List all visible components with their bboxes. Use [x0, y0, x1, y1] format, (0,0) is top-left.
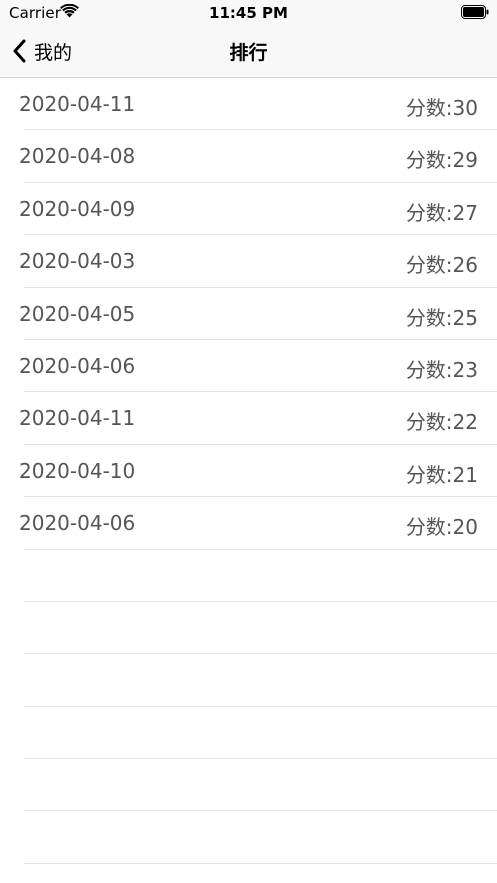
list-item-date: 2020-04-06	[19, 353, 136, 378]
list-item[interactable]: 2020-04-11 分数:30	[0, 78, 497, 131]
list-item[interactable]: 2020-04-09 分数:27	[0, 183, 497, 236]
leaderboard-screen: Carrier 11:45 PM 我的 排行 2020-04-11 分数:30	[0, 0, 497, 883]
list-item-score: 分数:22	[405, 410, 478, 435]
page-title: 排行	[229, 42, 268, 64]
empty-row	[0, 811, 497, 865]
list-item[interactable]: 2020-04-10 分数:21	[0, 445, 497, 498]
list-item[interactable]: 2020-04-06 分数:23	[0, 340, 497, 393]
list-item-score: 分数:23	[405, 357, 478, 382]
list-item-date: 2020-04-06	[19, 511, 136, 536]
list-item[interactable]: 2020-04-06 分数:20	[0, 497, 497, 550]
list-item[interactable]: 2020-04-05 分数:25	[0, 288, 497, 341]
list-item-score: 分数:27	[405, 200, 478, 225]
list-item-date: 2020-04-11	[19, 92, 136, 116]
empty-row	[0, 759, 497, 812]
clock: 11:45 PM	[209, 4, 288, 22]
empty-row	[0, 602, 497, 655]
list-item-score: 分数:29	[405, 148, 478, 173]
list-item-score: 分数:26	[405, 253, 478, 278]
list-item-date: 2020-04-08	[19, 144, 136, 169]
list-item-score: 分数:25	[405, 305, 478, 330]
list-item-date: 2020-04-10	[19, 458, 136, 483]
list-item[interactable]: 2020-04-08 分数:29	[0, 130, 497, 184]
navigation-bar: 我的 排行	[0, 26, 497, 78]
empty-row	[0, 707, 497, 760]
list-item-date: 2020-04-11	[19, 406, 136, 431]
battery-icon	[461, 5, 489, 19]
status-bar: Carrier 11:45 PM	[0, 0, 497, 26]
list-item-score: 分数:20	[405, 515, 478, 540]
list-item-score: 分数:30	[405, 96, 478, 120]
list-item-date: 2020-04-03	[19, 249, 136, 274]
list-item[interactable]: 2020-04-03 分数:26	[0, 235, 497, 288]
list-item-date: 2020-04-09	[19, 196, 136, 221]
score-list: 2020-04-11 分数:30 2020-04-08 分数:29 2020-0…	[0, 78, 497, 865]
empty-row	[0, 654, 497, 708]
list-item-score: 分数:21	[405, 462, 478, 487]
list-item[interactable]: 2020-04-11 分数:22	[0, 392, 497, 446]
list-item-date: 2020-04-05	[19, 301, 136, 326]
empty-row	[0, 550, 497, 603]
